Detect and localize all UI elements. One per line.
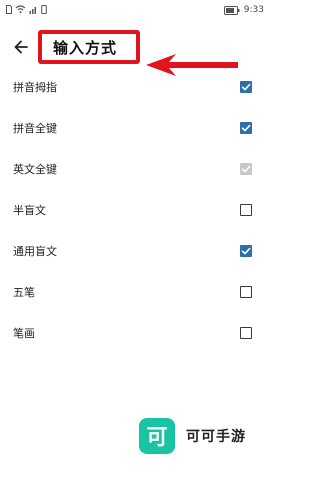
sim-icon — [6, 5, 12, 14]
watermark: 可 可可手游 — [139, 418, 246, 454]
status-left-icons — [6, 5, 47, 14]
setting-row[interactable]: 笔画 — [0, 312, 270, 353]
title-highlight-box: 输入方式 — [38, 30, 140, 64]
setting-checkbox[interactable] — [240, 285, 252, 298]
back-button[interactable] — [8, 34, 34, 60]
checkmark-icon — [241, 165, 251, 172]
setting-label: 五笔 — [13, 285, 35, 299]
setting-checkbox[interactable] — [240, 121, 252, 134]
setting-checkbox[interactable] — [240, 244, 252, 257]
setting-row[interactable]: 半盲文 — [0, 189, 270, 230]
checkmark-icon — [241, 247, 251, 254]
watermark-text: 可可手游 — [186, 429, 246, 445]
status-bar: 9:33 — [0, 0, 270, 22]
setting-label: 拼音全键 — [13, 121, 57, 135]
setting-label: 笔画 — [13, 326, 35, 340]
signal-icon — [29, 7, 36, 14]
setting-row[interactable]: 英文全键 — [0, 148, 270, 189]
status-time: 9:33 — [243, 5, 264, 15]
setting-label: 通用盲文 — [13, 244, 57, 258]
setting-label: 半盲文 — [13, 203, 46, 217]
setting-row[interactable]: 拼音全键 — [0, 107, 270, 148]
setting-checkbox[interactable] — [240, 80, 252, 93]
toolbar: 输入方式 — [0, 24, 270, 76]
wifi-icon — [15, 5, 26, 14]
setting-label: 拼音拇指 — [13, 80, 57, 94]
setting-checkbox — [240, 162, 252, 175]
input-method-list: 拼音拇指拼音全键英文全键半盲文通用盲文五笔笔画 — [0, 66, 270, 353]
setting-row[interactable]: 通用盲文 — [0, 230, 270, 271]
watermark-logo: 可 — [139, 418, 175, 454]
setting-checkbox[interactable] — [240, 203, 252, 216]
setting-row[interactable]: 拼音拇指 — [0, 66, 270, 107]
setting-label: 英文全键 — [13, 162, 57, 176]
setting-row[interactable]: 五笔 — [0, 271, 270, 312]
arrow-left-icon — [14, 40, 28, 54]
page-title: 输入方式 — [53, 38, 118, 57]
screen: 9:33 输入方式 拼音拇指拼音全键英文全键半盲文通用盲文五笔笔画 可 可可手游 — [0, 0, 270, 480]
vibrate-icon — [41, 5, 47, 14]
status-right: 9:33 — [223, 5, 264, 16]
setting-checkbox[interactable] — [240, 326, 252, 339]
battery-icon — [223, 6, 240, 15]
checkmark-icon — [241, 83, 251, 90]
checkmark-icon — [241, 124, 251, 131]
watermark-logo-char: 可 — [146, 425, 168, 449]
